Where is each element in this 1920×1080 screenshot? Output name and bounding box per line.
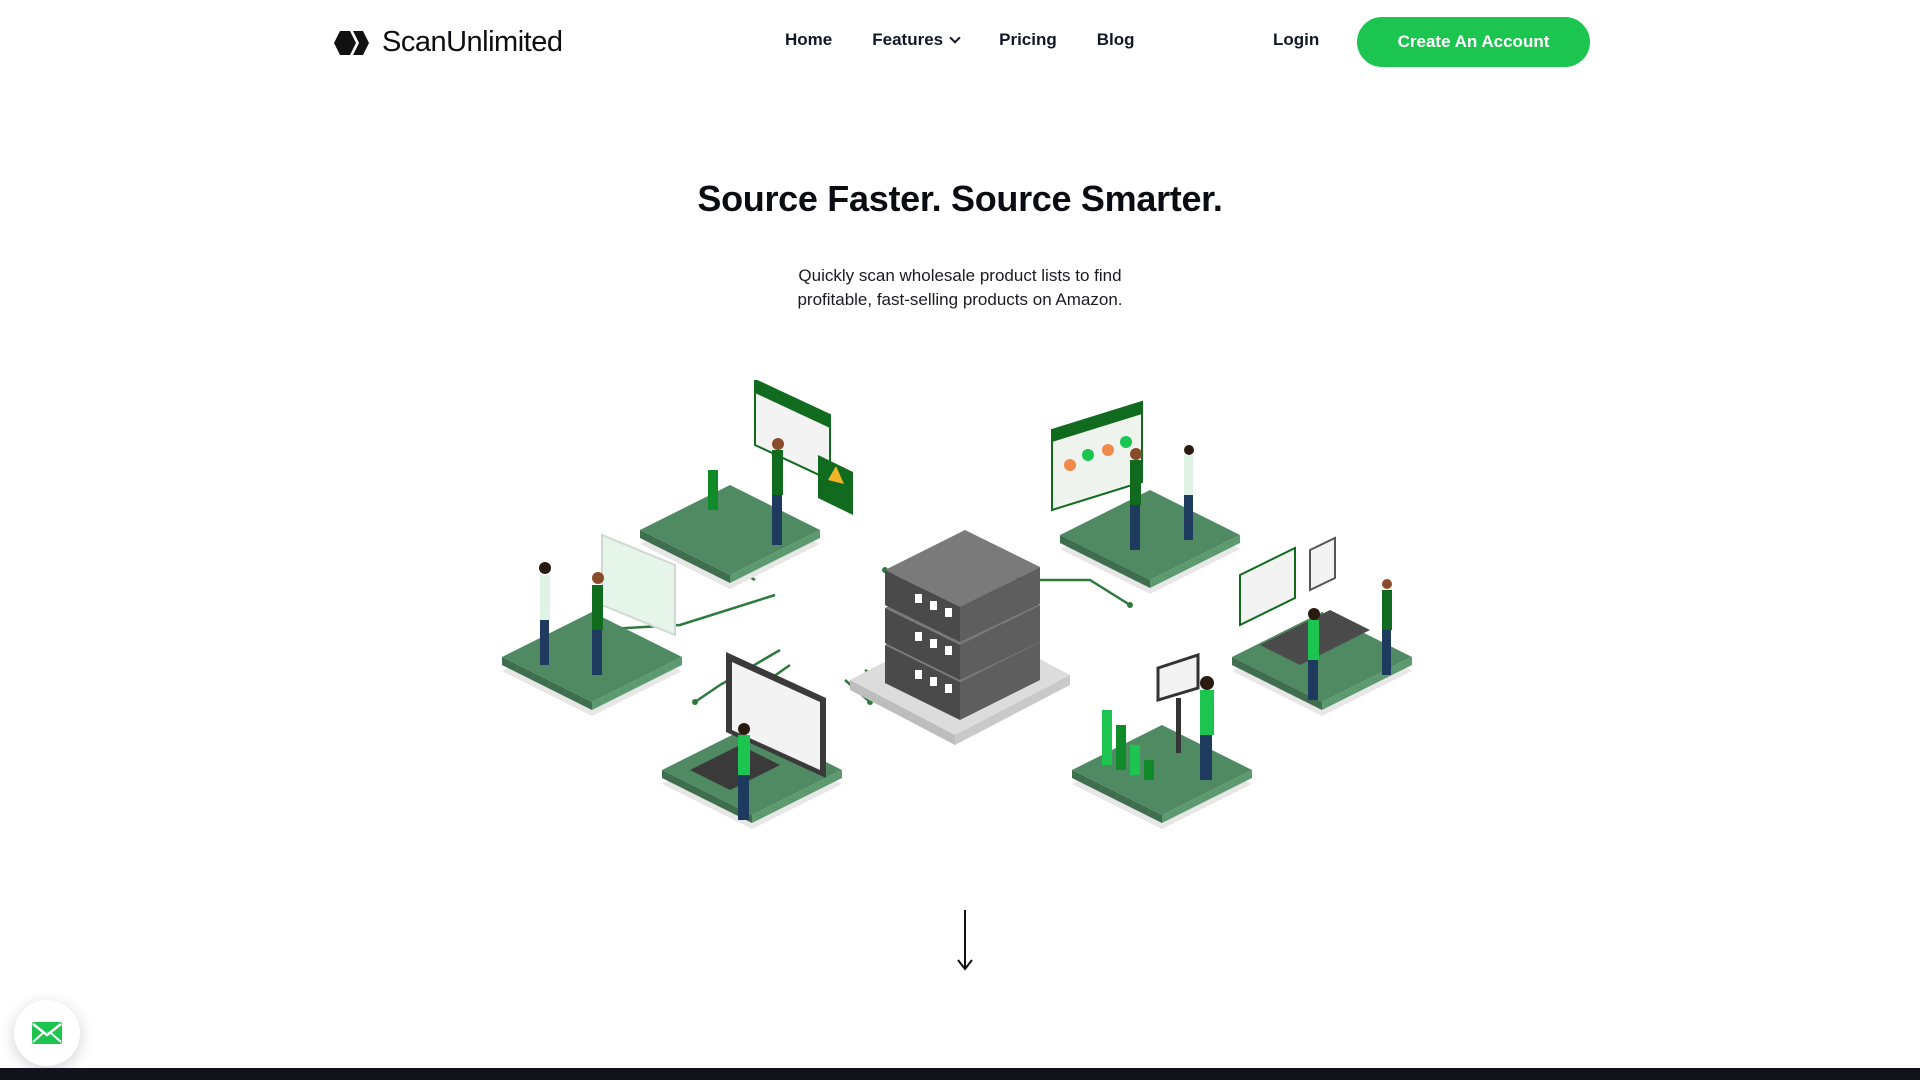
server-stack xyxy=(850,530,1070,745)
nav-features-label: Features xyxy=(872,30,944,49)
navbar: ScanUnlimited Home Features Pricing Blog… xyxy=(0,0,1920,84)
platform-bottom-left xyxy=(662,652,842,829)
main-nav: Home Features Pricing Blog xyxy=(785,30,1135,50)
chevron-down-icon xyxy=(949,32,961,44)
hero-title: Source Faster. Source Smarter. xyxy=(697,178,1223,219)
hero-subtitle: Quickly scan wholesale product lists to … xyxy=(760,264,1160,312)
chat-button[interactable] xyxy=(14,1000,80,1066)
logo[interactable]: ScanUnlimited xyxy=(330,26,563,59)
platform-left xyxy=(502,533,682,716)
platform-top-right xyxy=(1051,400,1240,594)
hero-subtitle-line1: Quickly scan wholesale product lists to … xyxy=(798,266,1122,285)
platform-right xyxy=(1232,536,1412,716)
hero-illustration xyxy=(502,380,1412,829)
nav-home-link[interactable]: Home xyxy=(785,30,832,50)
logo-icon xyxy=(334,30,369,55)
envelope-icon xyxy=(32,1022,62,1044)
footer-band xyxy=(0,1068,1920,1080)
login-link[interactable]: Login xyxy=(1273,30,1319,50)
create-account-button[interactable]: Create An Account xyxy=(1357,17,1590,67)
nav-features-link[interactable]: Features xyxy=(872,30,961,50)
hero-subtitle-line2: profitable, fast-selling products on Ama… xyxy=(797,290,1123,309)
nav-blog-link[interactable]: Blog xyxy=(1097,30,1135,50)
platform-top-left xyxy=(640,380,853,589)
platform-bottom-right xyxy=(1072,652,1252,829)
arrow-down-icon[interactable] xyxy=(955,908,975,972)
brand-name: ScanUnlimited xyxy=(382,26,563,58)
nav-pricing-link[interactable]: Pricing xyxy=(999,30,1057,50)
